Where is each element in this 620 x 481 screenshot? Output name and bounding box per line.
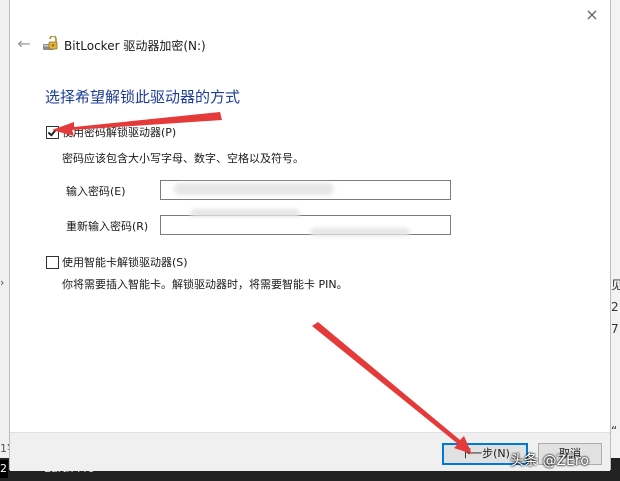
screen: › 1字 见 2 7 “ 2 Earth Pro × ← BitLocker 驱… [0, 0, 620, 481]
taskbar-item[interactable]: 2 [0, 460, 8, 478]
watermark: 头条 @ZEro [510, 453, 589, 469]
password-checkbox[interactable] [46, 126, 59, 139]
page-heading: 选择希望解锁此驱动器的方式 [45, 88, 241, 106]
bitlocker-drive-icon [43, 36, 58, 50]
close-icon[interactable]: × [580, 4, 604, 26]
background-text-fragment: 见 [611, 278, 620, 292]
back-arrow-icon[interactable]: ← [14, 34, 34, 54]
redacted-blur [190, 209, 300, 217]
bitlocker-dialog: × ← BitLocker 驱动器加密(N:) 选择希望解锁此驱动器的方式 使用… [9, 0, 611, 471]
reenter-password-label: 重新输入密码(R) [66, 220, 149, 233]
password-hint-text: 密码应该包含大小写字母、数字、空格以及符号。 [62, 152, 304, 165]
enter-password-label: 输入密码(E) [66, 185, 126, 198]
redacted-blur [310, 228, 410, 236]
smartcard-checkbox[interactable] [46, 256, 59, 269]
redacted-blur [174, 183, 334, 195]
background-text-fragment: 2 [611, 300, 619, 314]
background-text-fragment: “ [611, 424, 618, 438]
smartcard-hint-text: 你将需要插入智能卡。解锁驱动器时，将需要智能卡 PIN。 [62, 278, 348, 291]
background-window-left: › 1字 [0, 0, 18, 458]
window-title: BitLocker 驱动器加密(N:) [64, 39, 206, 53]
password-option-label[interactable]: 使用密码解锁驱动器(P) [62, 124, 176, 140]
background-text-fragment: 7 [611, 322, 619, 336]
background-text-fragment: › [0, 276, 5, 289]
smartcard-option-label[interactable]: 使用智能卡解锁驱动器(S) [62, 254, 188, 270]
background-window-right: 见 2 7 “ [611, 0, 620, 481]
